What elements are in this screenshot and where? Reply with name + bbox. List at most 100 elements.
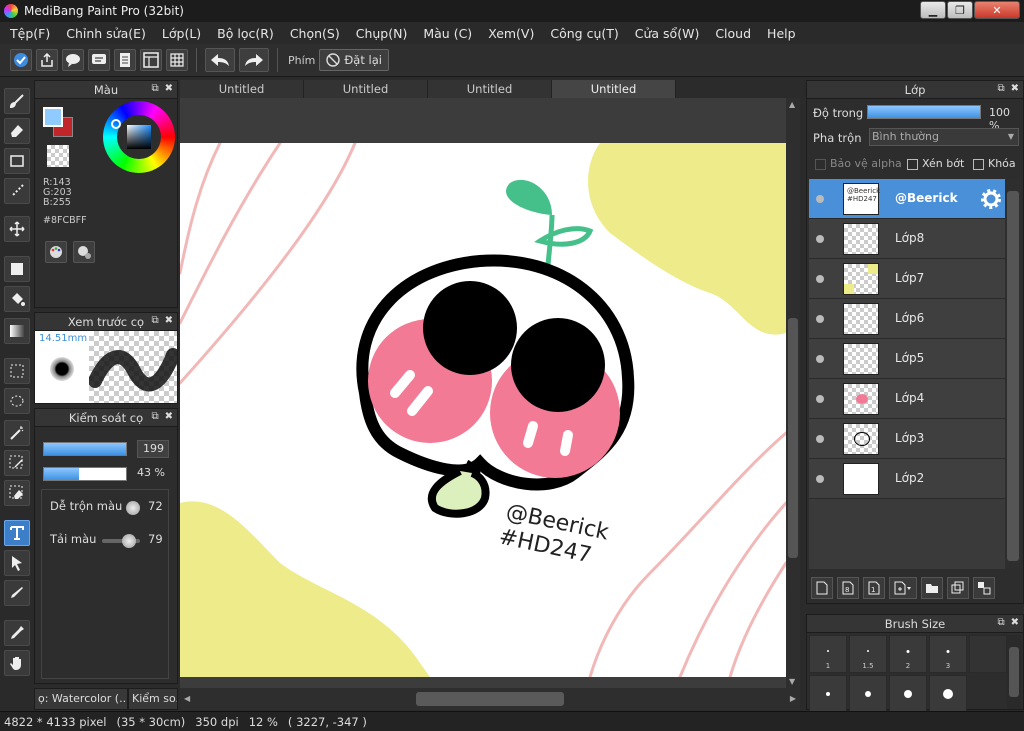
layer-row-5[interactable]: Lớp5 — [809, 339, 1005, 379]
menu-view[interactable]: Xem(V) — [480, 26, 542, 41]
saturation-square[interactable] — [127, 125, 151, 149]
pen-tool[interactable] — [4, 580, 30, 606]
visibility-eye-icon[interactable] — [816, 275, 824, 283]
brush-tool[interactable] — [4, 88, 30, 114]
dot-brush-tool[interactable] — [4, 178, 30, 204]
control-tab[interactable]: Kiểm so.. — [128, 688, 178, 710]
new-1bit-layer-button[interactable]: 1 — [863, 577, 885, 599]
scroll-left-arrow-icon[interactable]: ◀ — [184, 694, 190, 703]
operation-tool[interactable] — [4, 550, 30, 576]
layer-row-4[interactable]: Lớp4 — [809, 379, 1005, 419]
document-button[interactable] — [114, 49, 136, 71]
panel-layout-button[interactable] — [140, 49, 162, 71]
magic-wand-tool[interactable] — [4, 420, 30, 446]
menu-layer[interactable]: Lớp(L) — [154, 26, 209, 41]
lock-checkbox[interactable]: Khóa — [973, 157, 1016, 170]
select-tool[interactable] — [4, 358, 30, 384]
brush-size-3[interactable]: 3 — [929, 635, 967, 673]
canvas-horizontal-scrollbar[interactable]: ◀ ▶ — [180, 688, 800, 710]
grid-button[interactable] — [166, 49, 188, 71]
brush-size-1[interactable]: 1 — [809, 635, 847, 673]
text-tool[interactable] — [4, 520, 30, 546]
brush-size-cell[interactable] — [889, 675, 927, 713]
color-wheel[interactable] — [103, 101, 175, 173]
select-eraser-tool[interactable] — [4, 480, 30, 506]
popout-icon[interactable]: ⧉ — [997, 83, 1004, 94]
move-tool[interactable] — [4, 216, 30, 242]
vertical-scroll-thumb[interactable] — [788, 318, 798, 558]
scroll-down-arrow-icon[interactable]: ▼ — [789, 677, 795, 686]
brush-size-1-5[interactable]: 1.5 — [849, 635, 887, 673]
panel-close-icon[interactable]: ✖ — [1011, 617, 1019, 628]
palette-button[interactable] — [45, 241, 67, 263]
blend-mode-select[interactable]: Bình thường ▼ — [869, 128, 1019, 146]
canvas-vertical-scrollbar[interactable]: ▲ ▼ — [786, 98, 800, 688]
menu-capture[interactable]: Chụp(N) — [348, 26, 416, 41]
layer-row-8[interactable]: Lớp8 — [809, 219, 1005, 259]
message-button[interactable] — [88, 49, 110, 71]
gradient-tool[interactable] — [4, 318, 30, 344]
minimize-button[interactable]: ▁ — [920, 1, 946, 19]
popout-icon[interactable]: ⧉ — [151, 315, 158, 326]
reset-button[interactable]: Đặt lại — [319, 49, 389, 71]
transparent-color-swatch[interactable] — [47, 145, 69, 167]
menu-select[interactable]: Chọn(S) — [282, 26, 348, 41]
doc-tab-4[interactable]: Untitled — [552, 80, 676, 98]
visibility-eye-icon[interactable] — [816, 475, 824, 483]
protect-alpha-checkbox[interactable]: Bảo vệ alpha — [815, 157, 902, 170]
doc-tab-2[interactable]: Untitled — [304, 80, 428, 98]
menu-window[interactable]: Cửa sổ(W) — [627, 26, 708, 41]
add-layer-menu-button[interactable] — [889, 577, 917, 599]
duplicate-layer-button[interactable] — [947, 577, 969, 599]
menu-help[interactable]: Help — [759, 26, 804, 41]
clip-checkbox[interactable]: Xén bớt — [907, 157, 964, 170]
layer-opacity-slider[interactable] — [867, 105, 981, 119]
share-button[interactable] — [36, 49, 58, 71]
layer-row-2[interactable]: Lớp2 — [809, 459, 1005, 499]
fill-rectangle-tool[interactable] — [4, 256, 30, 282]
gear-icon[interactable] — [981, 189, 1001, 209]
undo-button[interactable] — [205, 48, 235, 72]
merge-layer-button[interactable] — [973, 577, 995, 599]
horizontal-scroll-thumb[interactable] — [416, 692, 564, 706]
layer-row-3[interactable]: Lớp3 — [809, 419, 1005, 459]
new-8bit-layer-button[interactable]: 8 — [837, 577, 859, 599]
menu-filter[interactable]: Bộ lọc(R) — [209, 26, 282, 41]
color-history-button[interactable] — [73, 241, 95, 263]
visibility-eye-icon[interactable] — [816, 315, 824, 323]
brush-opacity-slider[interactable] — [43, 467, 127, 481]
visibility-eye-icon[interactable] — [816, 355, 824, 363]
visibility-eye-icon[interactable] — [816, 195, 824, 203]
doc-tab-3[interactable]: Untitled — [428, 80, 552, 98]
redo-button[interactable] — [239, 48, 269, 72]
new-folder-button[interactable] — [921, 577, 943, 599]
brush-tab[interactable]: ọ: Watercolor (.. — [34, 688, 128, 710]
popout-icon[interactable]: ⧉ — [151, 83, 158, 94]
panel-close-icon[interactable]: ✖ — [165, 315, 173, 326]
comment-button[interactable] — [62, 49, 84, 71]
blend-slider[interactable] — [126, 501, 140, 515]
hand-tool[interactable] — [4, 650, 30, 676]
load-slider[interactable] — [102, 534, 140, 548]
visibility-eye-icon[interactable] — [816, 435, 824, 443]
bucket-tool[interactable] — [4, 286, 30, 312]
hue-marker[interactable] — [111, 119, 121, 129]
foreground-color-swatch[interactable] — [43, 107, 63, 127]
brush-size-2[interactable]: 2 — [889, 635, 927, 673]
layer-row-6[interactable]: Lớp6 — [809, 299, 1005, 339]
menu-file[interactable]: Tệp(F) — [2, 26, 58, 41]
menu-cloud[interactable]: Cloud — [707, 26, 759, 41]
eraser-tool[interactable] — [4, 118, 30, 144]
brush-size-slider[interactable] — [43, 442, 127, 456]
brush-size-cell[interactable] — [849, 675, 887, 713]
brush-size-value[interactable]: 199 — [137, 440, 169, 458]
layer-row-beerick[interactable]: @Beerick #HD247 @Beerick — [809, 179, 1005, 219]
maximize-button[interactable]: ❐ — [947, 1, 973, 19]
layer-row-7[interactable]: Lớp7 — [809, 259, 1005, 299]
panel-close-icon[interactable]: ✖ — [165, 411, 173, 422]
doc-tab-1[interactable]: Untitled — [180, 80, 304, 98]
cloud-check-button[interactable] — [10, 49, 32, 71]
eyedropper-tool[interactable] — [4, 620, 30, 646]
panel-close-icon[interactable]: ✖ — [165, 83, 173, 94]
visibility-eye-icon[interactable] — [816, 235, 824, 243]
